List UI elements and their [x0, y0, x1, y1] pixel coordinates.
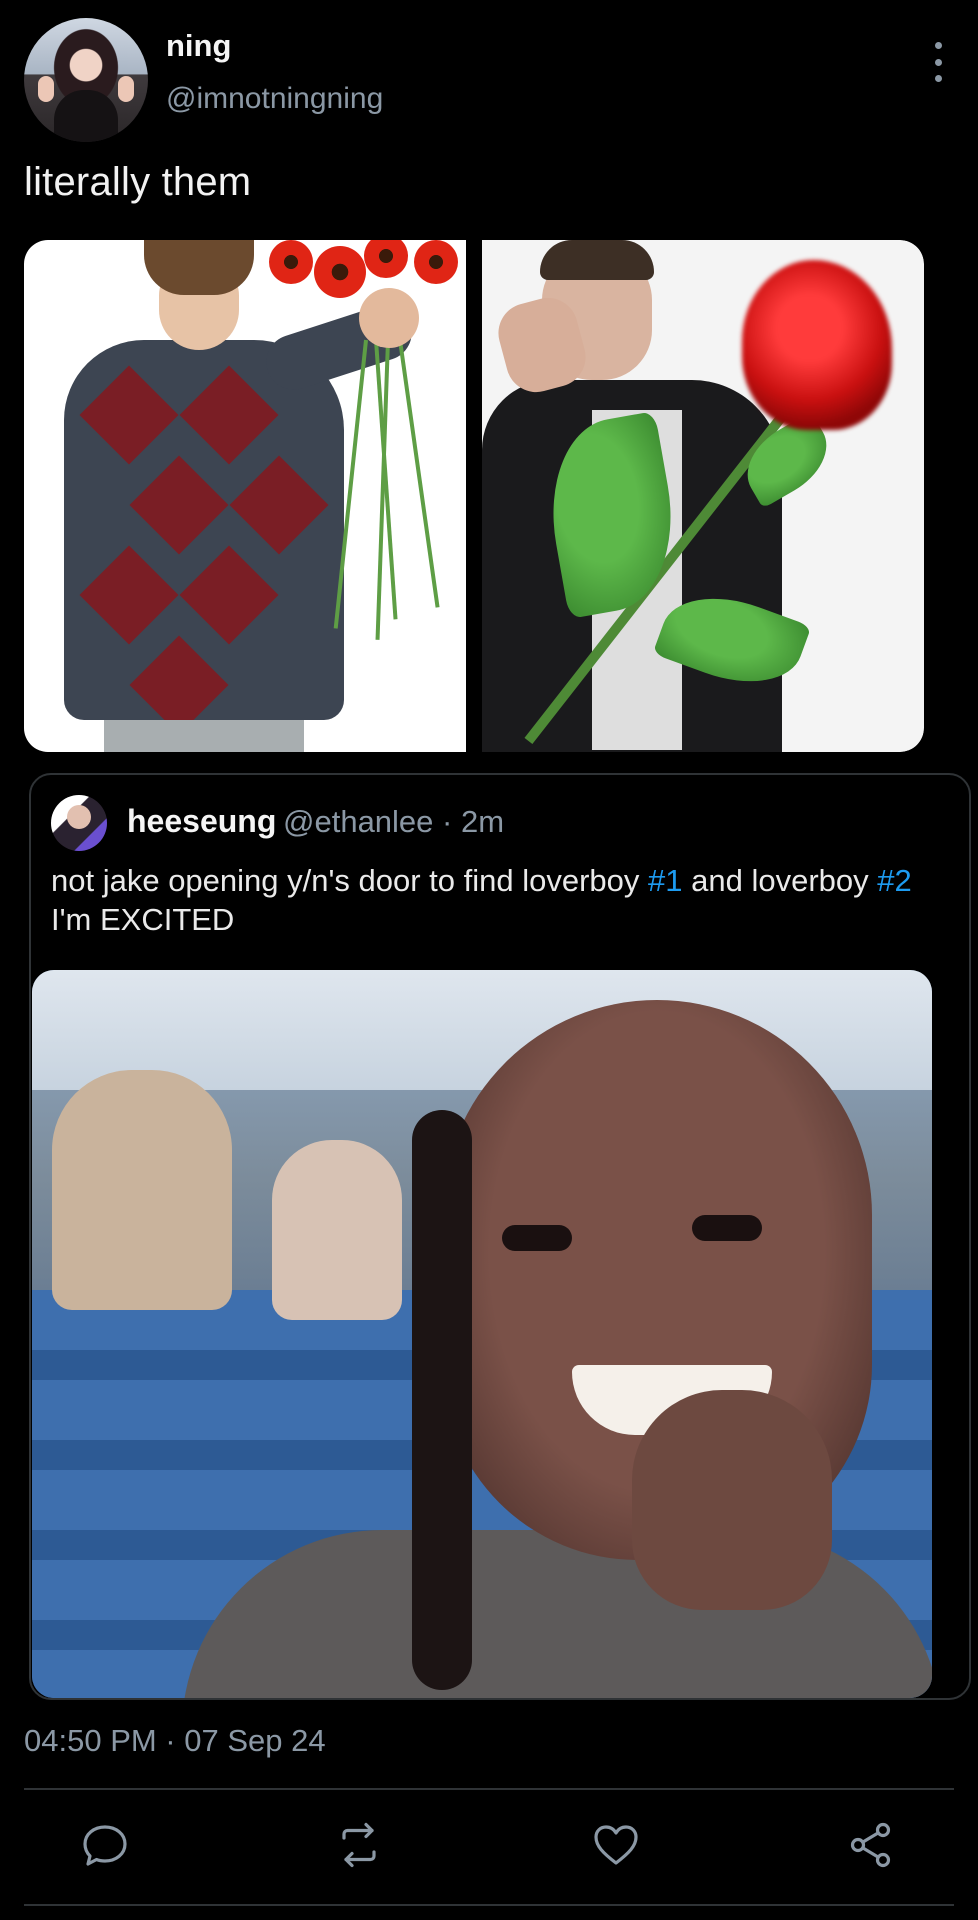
retweet-icon[interactable] — [334, 1820, 384, 1870]
avatar-figure — [54, 90, 118, 142]
more-options-icon[interactable] — [926, 42, 950, 82]
argyle-diamond — [129, 455, 229, 555]
quote-text-segment: not jake opening y/n's door to find love… — [51, 863, 649, 898]
photo-eye — [502, 1225, 572, 1251]
reply-icon[interactable] — [80, 1820, 130, 1870]
author-avatar[interactable] — [24, 18, 148, 142]
action-bar — [24, 1808, 954, 1882]
quoted-author-handle-time: @ethanlee · 2m — [283, 804, 505, 839]
tweet-header: ning @imnotningning — [24, 18, 954, 144]
flower-stem — [398, 339, 440, 608]
photo-hair — [144, 240, 254, 295]
argyle-diamond — [229, 455, 329, 555]
more-dot — [934, 58, 942, 66]
quoted-author-name[interactable]: heeseung — [127, 803, 276, 840]
argyle-diamond — [179, 365, 279, 465]
avatar-hand-left — [38, 76, 54, 102]
more-dot — [934, 42, 942, 49]
quoted-media-image[interactable] — [32, 970, 932, 1698]
hashtag-link[interactable]: #2 — [877, 863, 911, 898]
photo-hair — [540, 240, 654, 280]
author-display-name[interactable]: ning — [166, 28, 231, 64]
tweet-media — [24, 240, 924, 752]
photo-hand — [359, 288, 419, 348]
red-flower — [414, 240, 458, 284]
background-person — [52, 1070, 232, 1310]
author-handle[interactable]: @imnotningning — [166, 82, 383, 116]
avatar-hand-right — [118, 76, 134, 102]
argyle-diamond — [79, 365, 179, 465]
argyle-diamond — [129, 635, 229, 720]
more-dot — [934, 75, 942, 82]
photo-braid — [412, 1110, 472, 1690]
hashtag-link[interactable]: #1 — [648, 863, 682, 898]
divider — [24, 1788, 954, 1790]
quoted-tweet[interactable]: heeseung @ethanlee · 2m not jake opening… — [29, 773, 971, 1700]
divider — [24, 1904, 954, 1906]
photo-hand — [632, 1390, 832, 1610]
media-image-left[interactable] — [24, 240, 466, 752]
share-icon[interactable] — [846, 1820, 896, 1870]
argyle-diamond — [79, 545, 179, 645]
tweet-timestamp: 04:50 PM · 07 Sep 24 — [24, 1723, 326, 1758]
avatar-face — [67, 805, 91, 829]
red-flower — [314, 246, 366, 298]
tweet-text: literally them — [24, 160, 252, 204]
quoted-tweet-text: not jake opening y/n's door to find love… — [51, 861, 951, 939]
quote-text-segment: and loverboy — [682, 863, 878, 898]
rose-head — [742, 260, 892, 430]
heart-icon[interactable] — [591, 1820, 641, 1870]
photo-eye — [692, 1215, 762, 1241]
media-image-right[interactable] — [482, 240, 924, 752]
background-person — [272, 1140, 402, 1320]
quoted-author-avatar[interactable] — [51, 795, 107, 851]
quote-text-segment: I'm EXCITED — [51, 902, 235, 937]
photo-argyle-sweater — [64, 340, 344, 720]
red-flower — [269, 240, 313, 284]
argyle-diamond — [179, 545, 279, 645]
red-flower — [364, 240, 408, 278]
